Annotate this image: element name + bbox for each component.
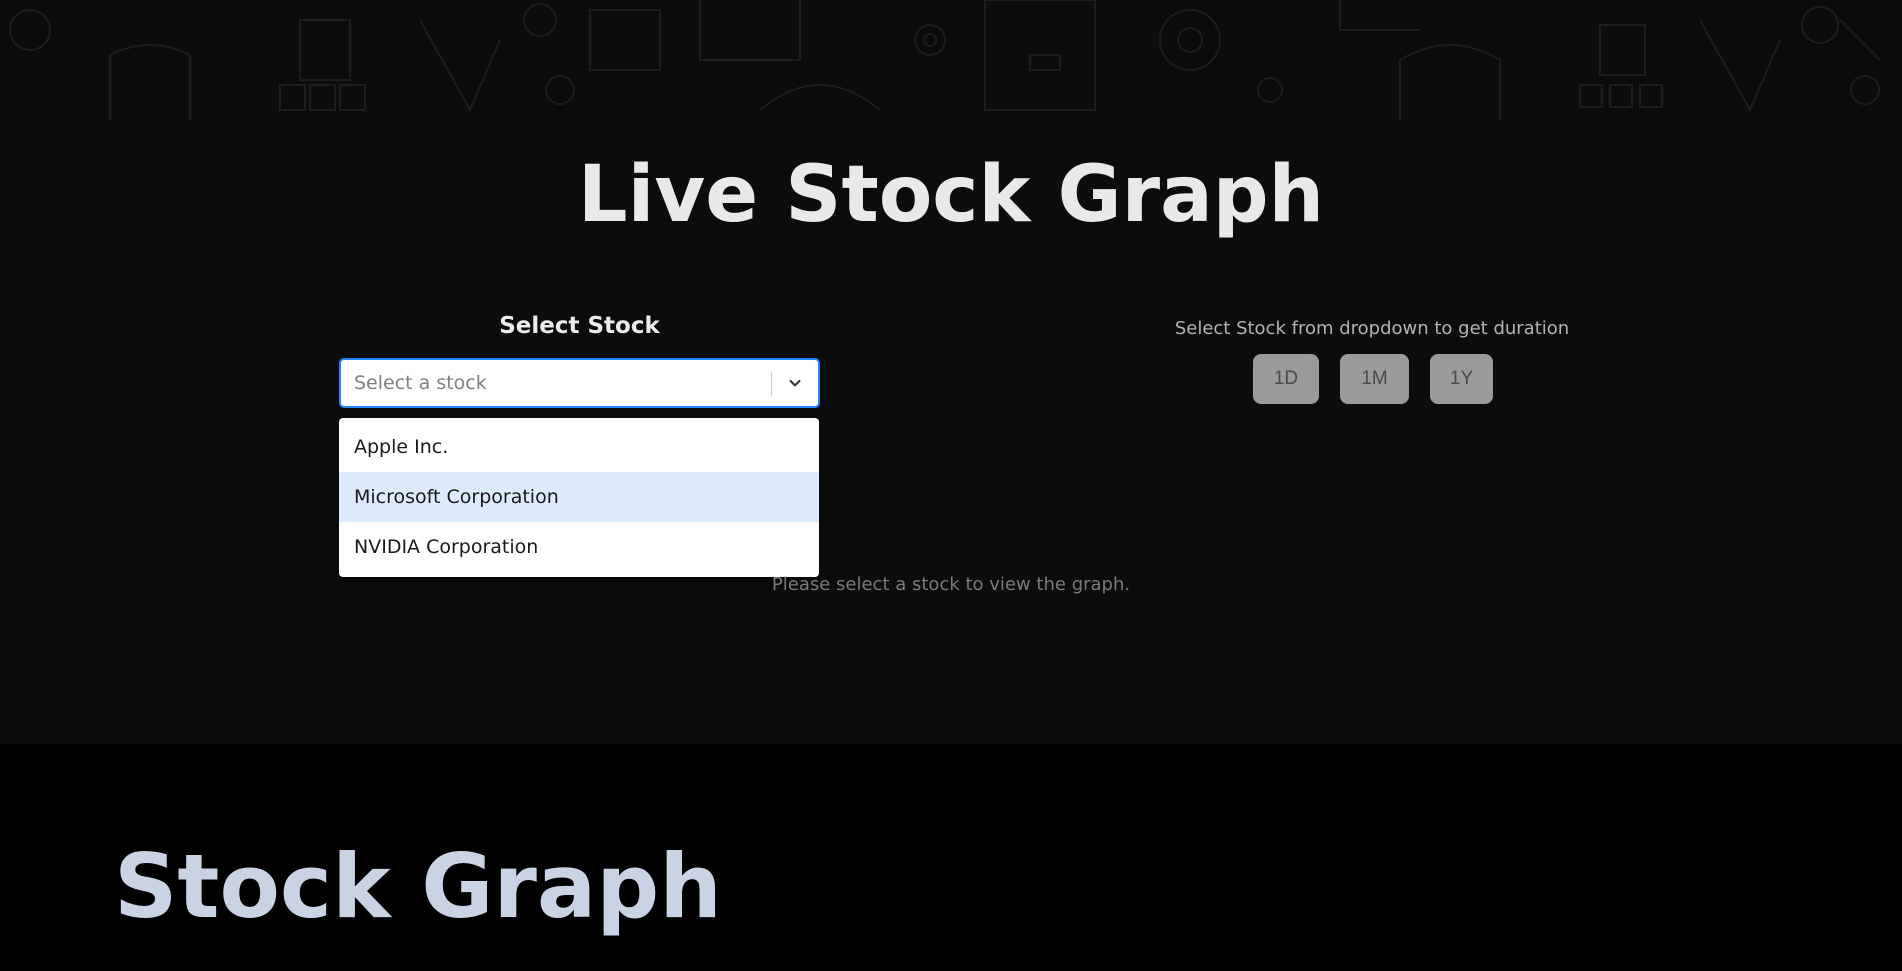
section-title: Stock Graph: [114, 835, 722, 938]
select-stock-label: Select Stock: [499, 313, 660, 339]
stock-options-menu: Apple Inc. Microsoft Corporation NVIDIA …: [339, 418, 819, 577]
duration-1y-button[interactable]: 1Y: [1430, 354, 1493, 404]
stock-select-dropdown[interactable]: Select a stock: [339, 358, 820, 408]
select-indicator-separator: [771, 372, 772, 396]
option-microsoft[interactable]: Microsoft Corporation: [339, 472, 819, 522]
graph-empty-message: Please select a stock to view the graph.: [771, 574, 1131, 595]
duration-1m-button[interactable]: 1M: [1340, 354, 1409, 404]
option-apple[interactable]: Apple Inc.: [339, 422, 819, 472]
option-nvidia[interactable]: NVIDIA Corporation: [339, 522, 819, 572]
duration-hint: Select Stock from dropdown to get durati…: [1174, 318, 1570, 339]
duration-1d-button[interactable]: 1D: [1253, 354, 1319, 404]
page-title: Live Stock Graph: [577, 150, 1325, 240]
hero-section: Live Stock Graph Select Stock Select a s…: [0, 0, 1902, 744]
select-placeholder: Select a stock: [354, 372, 487, 394]
background-pattern: [9, 0, 1881, 120]
chevron-down-icon[interactable]: [782, 370, 808, 396]
